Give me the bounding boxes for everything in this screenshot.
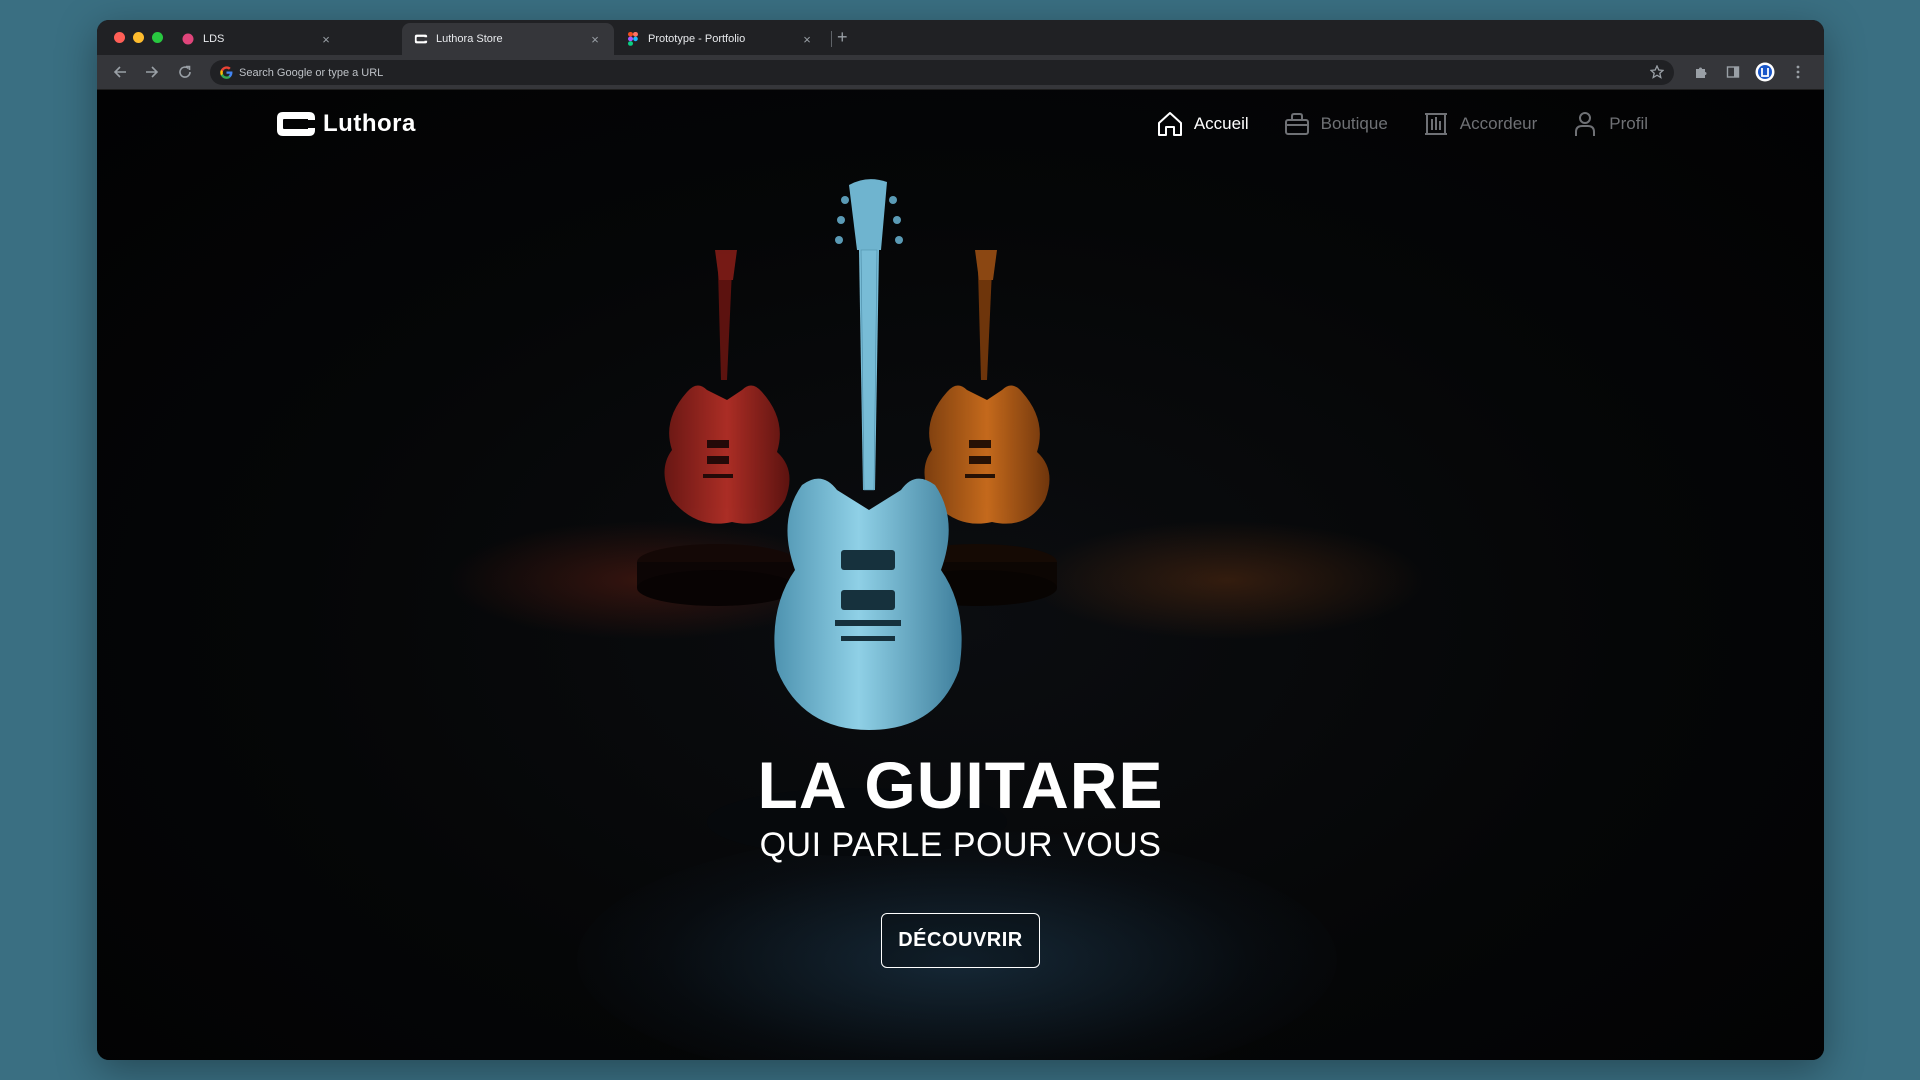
tab-strip: LDS × Luthora Store × Prototype - Portfo…	[97, 20, 1824, 55]
puzzle-icon	[1696, 67, 1707, 78]
tab-close-icon[interactable]: ×	[800, 32, 814, 47]
reload-button[interactable]	[174, 61, 196, 83]
tab-close-icon[interactable]: ×	[588, 32, 602, 47]
browser-window: LDS × Luthora Store × Prototype - Portfo…	[97, 20, 1824, 1060]
user-icon	[1575, 112, 1596, 136]
back-button[interactable]	[109, 61, 131, 83]
browser-toolbar	[97, 55, 1824, 90]
close-window-button[interactable]	[114, 32, 125, 43]
page-content: Luthora Accueil Boutique Accordeur Profi…	[97, 90, 1824, 1060]
nav-item-boutique[interactable]: Boutique	[1283, 110, 1388, 138]
tab-luthora-store[interactable]: Luthora Store ×	[402, 23, 614, 55]
tuner-icon	[1424, 113, 1447, 135]
side-panel-icon	[1726, 66, 1740, 78]
url-input[interactable]	[239, 66, 839, 79]
minimize-window-button[interactable]	[133, 32, 144, 43]
tab-lds[interactable]: LDS ×	[169, 23, 345, 55]
arrow-left-icon	[113, 66, 126, 78]
nav-item-profil[interactable]: Profil	[1571, 110, 1648, 138]
brand-name: Luthora	[323, 110, 416, 137]
new-tab-button[interactable]: +	[837, 28, 848, 46]
hero-subtitle: QUI PARLE POUR VOUS	[759, 826, 1162, 864]
nav-item-label: Boutique	[1320, 114, 1388, 133]
tab-close-icon[interactable]: ×	[319, 32, 333, 47]
hero-section: LA GUITARE QUI PARLE POUR VOUS	[97, 750, 1824, 865]
nav-item-label: Accordeur	[1459, 114, 1538, 133]
orange-guitar	[924, 250, 1050, 524]
extensions-button[interactable]	[1690, 61, 1712, 83]
google-icon	[220, 66, 233, 79]
bookmark-star-button[interactable]	[1646, 61, 1668, 83]
nav-item-accordeur[interactable]: Accordeur	[1422, 110, 1537, 138]
arrow-right-icon	[146, 66, 159, 78]
nav-item-accueil[interactable]: Accueil	[1156, 110, 1249, 138]
red-guitar	[664, 250, 790, 524]
luthora-logo-icon	[414, 32, 428, 46]
luthora-logo-icon	[277, 112, 315, 136]
star-icon	[1650, 65, 1664, 79]
tab-title: LDS	[203, 33, 225, 45]
reload-icon	[179, 65, 191, 78]
side-panel-button[interactable]	[1722, 61, 1744, 83]
figma-icon	[626, 32, 640, 46]
tab-title: Prototype - Portfolio	[648, 33, 746, 45]
tab-title: Luthora Store	[436, 33, 503, 45]
brand-logo[interactable]: Luthora	[275, 110, 416, 138]
hero-title: LA GUITARE	[757, 748, 1164, 822]
tab-prototype-portfolio[interactable]: Prototype - Portfolio ×	[614, 23, 826, 55]
lds-dot-icon	[181, 32, 195, 46]
shopping-bag-icon	[1284, 113, 1309, 135]
discover-button[interactable]: DÉCOUVRIR	[881, 913, 1040, 968]
window-controls	[114, 32, 163, 43]
nav-item-label: Accueil	[1193, 114, 1249, 133]
forward-button[interactable]	[141, 61, 163, 83]
maximize-window-button[interactable]	[152, 32, 163, 43]
home-icon	[1157, 112, 1182, 136]
tab-separator	[831, 31, 832, 47]
red-guitar-pedestal	[637, 544, 797, 606]
profile-avatar-icon	[1755, 62, 1775, 82]
kebab-menu-icon	[1796, 65, 1800, 79]
profile-avatar-button[interactable]	[1754, 61, 1776, 83]
address-bar[interactable]	[210, 60, 1674, 85]
main-nav: Accueil Boutique Accordeur Profil	[1156, 110, 1648, 138]
browser-menu-button[interactable]	[1787, 61, 1809, 83]
nav-item-label: Profil	[1609, 114, 1648, 133]
